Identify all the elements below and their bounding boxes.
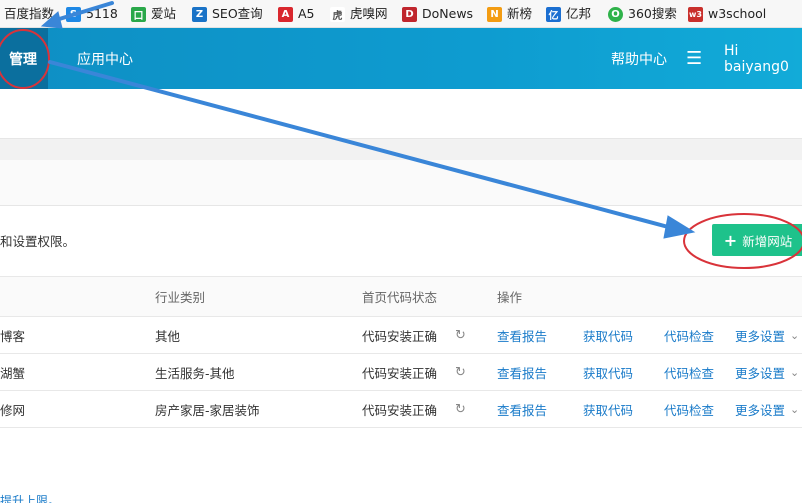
code-status: 代码安装正确 [362, 365, 438, 381]
code-check-link[interactable]: 代码检查 [664, 391, 714, 427]
bookmark-label: 虎嗅网 [350, 6, 388, 21]
bookmark-yibang[interactable]: 亿 亿邦 [546, 0, 592, 27]
donews-icon: D [402, 6, 417, 22]
bookmark-label: SEO查询 [212, 6, 263, 21]
bookmark-label: w3school [708, 6, 767, 21]
bookmark-label: DoNews [422, 6, 474, 21]
more-settings-link[interactable]: 更多设置 [735, 354, 785, 390]
so360-icon: O [608, 6, 623, 22]
chevron-down-icon[interactable]: ⌄ [790, 317, 799, 353]
header-action: 操作 [497, 290, 523, 305]
top-header: 管理 应用中心 帮助中心 ☰ Hi baiyang0 [0, 28, 802, 89]
site-industry: 房产家居-家居装饰 [155, 402, 260, 418]
refresh-icon[interactable]: ↻ [455, 317, 466, 353]
bookmarks-bar: 百度指数 S 5118 口 爱站 Z SEO查询 A A5 虎 虎嗅网 D Do… [0, 0, 802, 28]
a5-icon: A [278, 6, 293, 22]
header-industry: 行业类别 [155, 290, 206, 305]
view-report-link[interactable]: 查看报告 [497, 354, 547, 390]
table-row: 博客 其他 代码安装正确 ↻ 查看报告 获取代码 代码检查 更多设置 ⌄ [0, 317, 802, 354]
view-report-link[interactable]: 查看报告 [497, 317, 547, 353]
bookmark-label: 百度指数 [4, 6, 55, 21]
bookmark-label: 爱站 [151, 6, 177, 21]
plus-icon: + [723, 230, 738, 250]
site-industry: 其他 [155, 328, 181, 344]
nav-app-center[interactable]: 应用中心 [77, 28, 133, 89]
code-check-link[interactable]: 代码检查 [664, 317, 714, 353]
raise-limit-link[interactable]: 提升上限。 [0, 492, 60, 503]
bookmark-360[interactable]: O 360搜索 [608, 0, 677, 27]
page-description: 和设置权限。 [0, 234, 76, 249]
site-name: 湖蟹 [0, 365, 26, 381]
header-status: 首页代码状态 [362, 290, 438, 305]
site-industry: 生活服务-其他 [155, 365, 235, 381]
bookmark-label: 亿邦 [566, 6, 592, 21]
xinbang-icon: N [487, 6, 502, 22]
bookmark-a5[interactable]: A A5 [278, 0, 315, 27]
more-settings-link[interactable]: 更多设置 [735, 391, 785, 427]
page-toolbar [0, 160, 802, 206]
sub-bar [0, 138, 802, 160]
nav-manage[interactable]: 管理 [9, 28, 37, 89]
bookmark-w3school[interactable]: w3 w3school [688, 0, 767, 27]
get-code-link[interactable]: 获取代码 [583, 354, 633, 390]
refresh-icon[interactable]: ↻ [455, 354, 466, 390]
code-status: 代码安装正确 [362, 328, 438, 344]
bookmark-donews[interactable]: D DoNews [402, 0, 474, 27]
bookmark-aizhan[interactable]: 口 爱站 [131, 0, 177, 27]
bookmark-label: A5 [298, 6, 315, 21]
nav-help-center[interactable]: 帮助中心 [611, 28, 667, 89]
bookmark-baidu-index[interactable]: 百度指数 [4, 0, 55, 27]
aizhan-icon: 口 [131, 6, 146, 22]
table-row: 湖蟹 生活服务-其他 代码安装正确 ↻ 查看报告 获取代码 代码检查 更多设置 … [0, 354, 802, 391]
seo-icon: Z [192, 6, 207, 22]
more-settings-link[interactable]: 更多设置 [735, 317, 785, 353]
get-code-link[interactable]: 获取代码 [583, 391, 633, 427]
table-header: 行业类别 首页代码状态 操作 [0, 276, 802, 317]
s5118-icon: S [66, 6, 81, 22]
site-name: 修网 [0, 402, 26, 418]
bookmark-label: 360搜索 [628, 6, 677, 21]
bookmark-xinbang[interactable]: N 新榜 [487, 0, 533, 27]
view-report-link[interactable]: 查看报告 [497, 391, 547, 427]
w3school-icon: w3 [688, 6, 703, 22]
site-name: 博客 [0, 328, 26, 344]
menu-icon[interactable]: ☰ [686, 28, 702, 89]
bookmark-label: 5118 [86, 6, 118, 21]
add-site-button[interactable]: + 新增网站 [712, 224, 802, 256]
yibang-icon: 亿 [546, 6, 561, 22]
bookmark-label: 新榜 [507, 6, 533, 21]
huxiu-icon: 虎 [330, 6, 345, 22]
site-table: 行业类别 首页代码状态 操作 博客 其他 代码安装正确 ↻ 查看报告 获取代码 … [0, 276, 802, 428]
user-greeting[interactable]: Hi baiyang0 [724, 28, 802, 89]
table-row: 修网 房产家居-家居装饰 代码安装正确 ↻ 查看报告 获取代码 代码检查 更多设… [0, 391, 802, 428]
bookmark-huxiu[interactable]: 虎 虎嗅网 [330, 0, 388, 27]
bookmark-5118[interactable]: S 5118 [66, 0, 118, 27]
refresh-icon[interactable]: ↻ [455, 391, 466, 427]
chevron-down-icon[interactable]: ⌄ [790, 391, 799, 427]
code-status: 代码安装正确 [362, 402, 438, 418]
add-site-label: 新增网站 [742, 233, 793, 249]
get-code-link[interactable]: 获取代码 [583, 317, 633, 353]
annotation-arrowhead [663, 215, 696, 239]
chevron-down-icon[interactable]: ⌄ [790, 354, 799, 390]
bookmark-seo[interactable]: Z SEO查询 [192, 0, 263, 27]
code-check-link[interactable]: 代码检查 [664, 354, 714, 390]
